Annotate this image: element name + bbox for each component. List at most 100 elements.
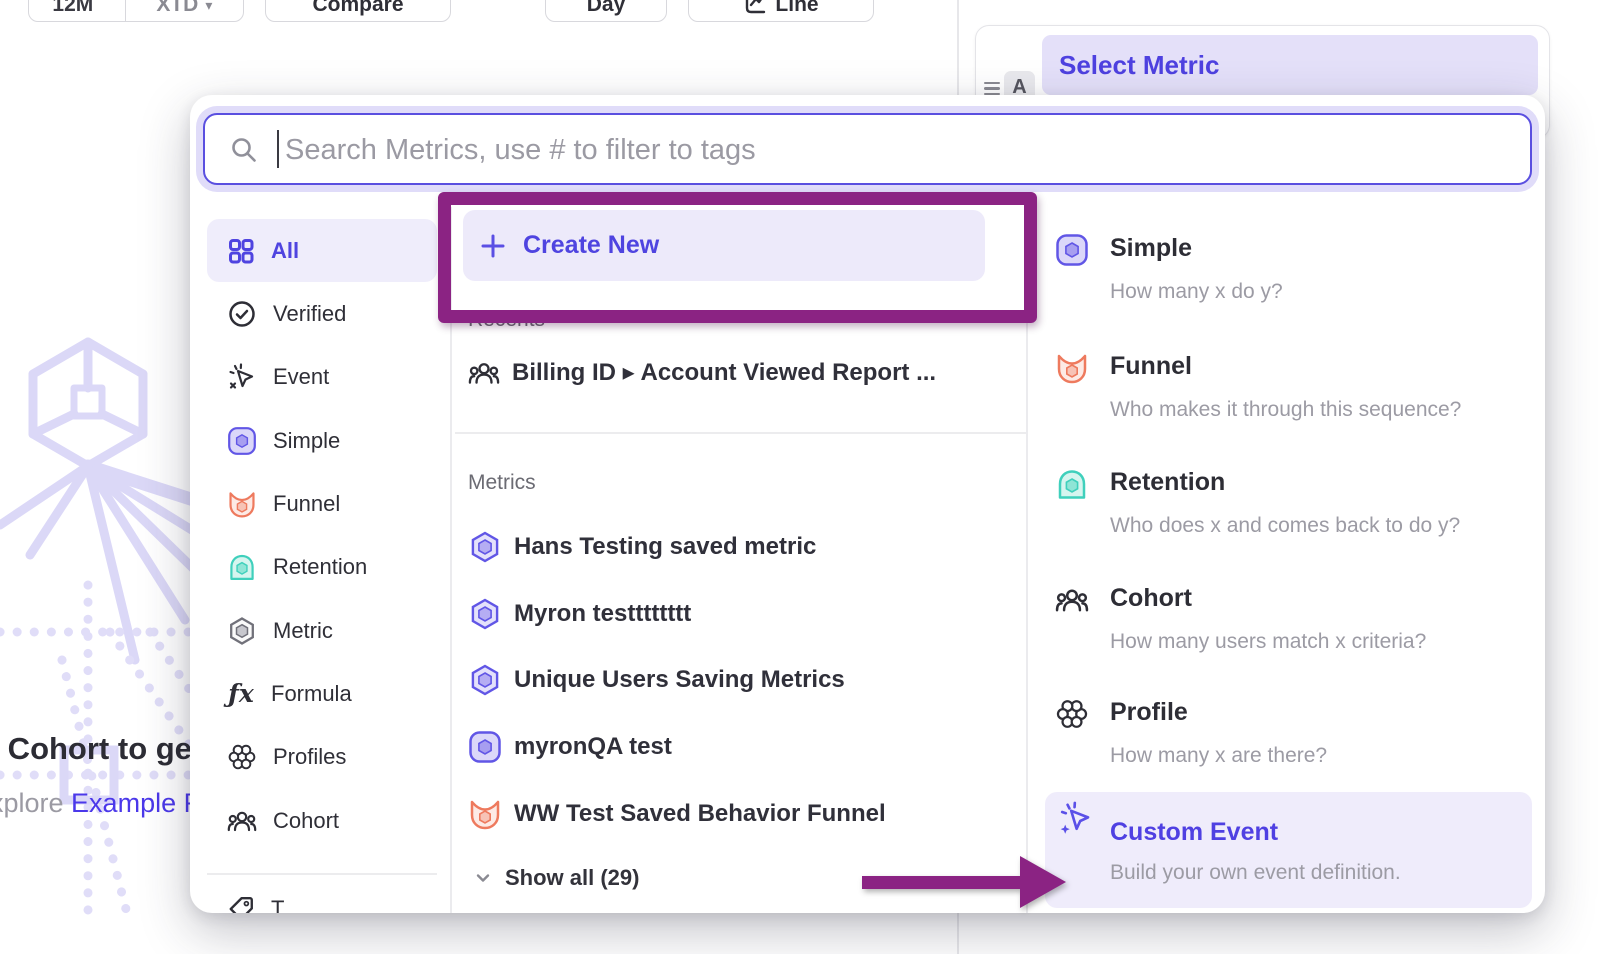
annotation-highlight-rectangle — [438, 192, 1037, 323]
simple-square-icon — [1055, 233, 1089, 267]
type-item-simple[interactable]: Simple How many x do y? — [1036, 233, 1532, 305]
cohort-people-icon — [468, 357, 500, 389]
sidebar-item-event[interactable]: Event — [207, 345, 437, 408]
metric-item-label: Hans Testing saved metric — [514, 533, 816, 561]
type-title: Simple — [1110, 233, 1283, 263]
type-subtitle: Build your own event definition. — [1110, 861, 1401, 885]
sidebar-label: All — [271, 238, 299, 264]
funnel-icon — [227, 489, 257, 519]
section-divider — [455, 432, 1026, 434]
profiles-cluster-icon — [227, 742, 257, 772]
simple-square-icon — [468, 730, 502, 764]
type-subtitle: Who does x and comes back to do y? — [1110, 513, 1460, 539]
sidebar-label: T — [271, 896, 284, 913]
simple-square-icon — [227, 426, 257, 456]
type-item-custom-event[interactable]: Custom Event Build your own event defini… — [1045, 792, 1532, 908]
search-metrics-input[interactable] — [283, 115, 1487, 185]
type-title: Funnel — [1110, 351, 1461, 381]
metric-list-item[interactable]: Hans Testing saved metric — [455, 515, 1025, 578]
cohort-people-icon — [1055, 583, 1089, 617]
type-item-profile[interactable]: Profile How many x are there? — [1036, 697, 1532, 769]
metric-list-item[interactable]: Myron testttttttt — [455, 582, 1025, 645]
sidebar-divider — [207, 873, 437, 875]
metric-list-item[interactable]: Unique Users Saving Metrics — [455, 648, 1025, 711]
type-subtitle: How many x are there? — [1110, 743, 1327, 769]
grid-icon — [227, 237, 255, 265]
type-title: Retention — [1110, 467, 1460, 497]
select-metric-chip[interactable]: Select Metric — [1042, 35, 1538, 95]
cohort-people-icon — [227, 806, 257, 836]
chevron-down-icon: ▾ — [205, 0, 212, 14]
custom-event-cursor-icon — [1058, 800, 1094, 836]
type-title: Cohort — [1110, 583, 1426, 613]
sidebar-item-formula[interactable]: ƒx Formula — [207, 662, 437, 725]
metric-purple-hexagon-icon — [468, 597, 502, 631]
type-item-cohort[interactable]: Cohort How many users match x criteria? — [1036, 583, 1532, 655]
recent-item-label: Billing ID ▸ Account Viewed Report ... — [512, 358, 936, 387]
metric-item-label: WW Test Saved Behavior Funnel — [514, 800, 886, 828]
metric-hexagon-icon — [227, 616, 257, 646]
chevron-down-icon — [473, 868, 493, 888]
example-reports-link[interactable]: Example R — [71, 788, 203, 818]
sidebar-label: Retention — [273, 554, 367, 580]
sidebar-label: Cohort — [273, 808, 339, 834]
tag-icon — [227, 895, 255, 913]
sidebar-label: Funnel — [273, 491, 340, 517]
drag-handle-icon[interactable] — [984, 82, 1000, 95]
sidebar-item-all[interactable]: All — [207, 219, 437, 282]
type-subtitle: Who makes it through this sequence? — [1110, 397, 1461, 423]
sidebar-label: Verified — [273, 301, 346, 327]
metric-item-label: myronQA test — [514, 733, 672, 761]
empty-state-explore-line: xplore Example R — [0, 788, 203, 819]
sidebar-item-funnel[interactable]: Funnel — [207, 472, 437, 535]
event-cursor-icon — [227, 362, 257, 392]
sidebar-item-simple[interactable]: Simple — [207, 409, 437, 472]
search-box — [203, 113, 1532, 185]
metric-purple-hexagon-icon — [468, 530, 502, 564]
formula-fx-icon: ƒx — [227, 679, 255, 708]
metric-item-label: Unique Users Saving Metrics — [514, 666, 845, 694]
metric-list-item[interactable]: myronQA test — [455, 715, 1025, 778]
annotation-arrow — [858, 850, 1070, 914]
retention-arch-icon — [227, 552, 257, 582]
metric-purple-hexagon-icon — [468, 663, 502, 697]
metric-list-item[interactable]: WW Test Saved Behavior Funnel — [455, 782, 1025, 845]
empty-state-wireframe-illustration — [0, 330, 200, 940]
date-range-control[interactable]: 12M XTD▾ — [28, 0, 244, 22]
verified-badge-icon — [227, 299, 257, 329]
retention-arch-icon — [1055, 467, 1089, 501]
sidebar-label: Formula — [271, 681, 352, 707]
show-all-label: Show all (29) — [505, 865, 639, 891]
explore-text: xplore — [0, 788, 71, 818]
type-subtitle: How many x do y? — [1110, 279, 1283, 305]
recent-item[interactable]: Billing ID ▸ Account Viewed Report ... — [455, 341, 1025, 404]
type-subtitle: How many users match x criteria? — [1110, 629, 1426, 655]
sidebar-item-profiles[interactable]: Profiles — [207, 725, 437, 788]
type-item-retention[interactable]: Retention Who does x and comes back to d… — [1036, 467, 1532, 539]
sidebar-item-verified[interactable]: Verified — [207, 282, 437, 345]
sidebar-item-retention[interactable]: Retention — [207, 535, 437, 598]
show-all-toggle[interactable]: Show all (29) — [473, 855, 639, 901]
type-item-funnel[interactable]: Funnel Who makes it through this sequenc… — [1036, 351, 1532, 423]
funnel-icon — [1055, 351, 1089, 385]
granularity-day-button[interactable]: Day — [545, 0, 667, 22]
type-title: Profile — [1110, 697, 1327, 727]
chart-type-line-button[interactable]: Line — [688, 0, 874, 22]
compare-button[interactable]: Compare — [265, 0, 451, 22]
metric-item-label: Myron testttttttt — [514, 600, 691, 628]
metrics-section-label: Metrics — [468, 470, 536, 496]
range-12m-button[interactable]: 12M — [29, 0, 117, 21]
sidebar-item-metric[interactable]: Metric — [207, 599, 437, 662]
sidebar-item-partial[interactable]: T — [227, 895, 284, 913]
insights-report-screen: r Cohort to ge xplore Example R 12M XTD▾… — [0, 0, 1616, 954]
text-caret — [277, 130, 279, 168]
search-icon — [230, 136, 258, 164]
funnel-icon — [468, 797, 502, 831]
sidebar-label: Event — [273, 364, 329, 390]
sidebar-label: Profiles — [273, 744, 346, 770]
profiles-cluster-icon — [1055, 697, 1089, 731]
range-xtd-button[interactable]: XTD▾ — [125, 0, 243, 21]
sidebar-label: Metric — [273, 618, 333, 644]
sidebar-item-cohort[interactable]: Cohort — [207, 789, 437, 852]
sidebar-label: Simple — [273, 428, 340, 454]
